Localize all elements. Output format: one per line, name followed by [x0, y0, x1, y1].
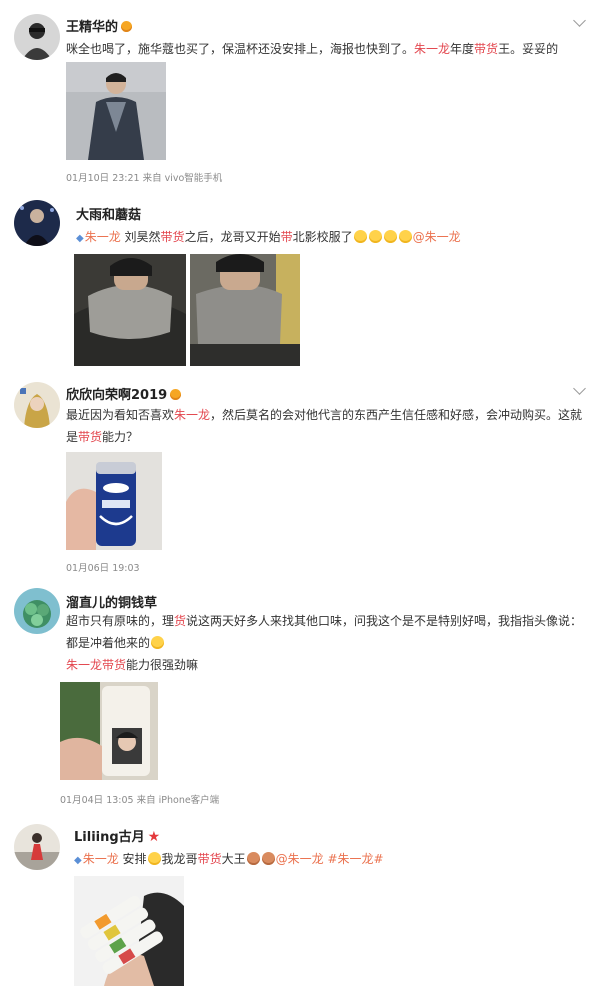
chevron-down-icon[interactable]: [573, 14, 586, 27]
keyword-highlight: 货: [174, 614, 187, 628]
post-meta: 01月06日 19:03: [66, 563, 140, 574]
keyword-highlight: 带: [280, 230, 293, 244]
post-image[interactable]: [74, 876, 184, 986]
post-image[interactable]: [60, 682, 158, 780]
post-image[interactable]: [190, 254, 300, 366]
keyword-highlight: 朱一龙带货: [66, 658, 127, 672]
username[interactable]: 溜直儿的铜钱草: [66, 592, 157, 611]
post-5: Liliing古月 ★ ◆朱一龙 安排 我龙哥带货大王 @朱一龙 #朱一龙#: [0, 812, 600, 988]
post-image[interactable]: [66, 62, 166, 160]
hashtag-link[interactable]: #朱一龙#: [327, 852, 383, 866]
star-badge-icon: ★: [147, 829, 161, 845]
post-text: ◆朱一龙 安排 我龙哥带货大王 @朱一龙 #朱一龙#: [74, 852, 384, 866]
post-text: 最近因为看知否喜欢朱一龙，然后莫名的会对他代言的东西产生信任感和好感，会冲动购买…: [66, 408, 583, 444]
emoji-icon: [147, 852, 161, 865]
emoji-icon: [151, 636, 165, 649]
avatar[interactable]: [14, 824, 60, 870]
post-text: 咪全也喝了，施华蔻也买了，保温杯还没安排上，海报也快到了。朱一龙年度带货王。妥妥…: [66, 42, 559, 56]
username[interactable]: 欣欣向荣啊2019: [66, 384, 182, 403]
super-topic-icon: ◆: [76, 233, 84, 244]
super-topic-icon: ◆: [74, 855, 82, 866]
emoji-icon: [246, 852, 260, 865]
post-text: 超市只有原味的，理货说这两天好多人来找其他口味，问我这个是不是特别好喝，我指指头…: [66, 614, 583, 672]
mention-link[interactable]: @朱一龙: [276, 852, 324, 866]
post-image[interactable]: [66, 452, 162, 550]
emoji-icon: [368, 230, 382, 243]
keyword-highlight: 带货: [474, 42, 499, 56]
post-image[interactable]: [74, 254, 186, 366]
emoji-icon: [383, 230, 397, 243]
avatar[interactable]: [14, 14, 60, 60]
topic-link[interactable]: 朱一龙: [83, 852, 119, 866]
keyword-highlight: 朱一龙: [414, 42, 451, 56]
emoji-icon: [398, 230, 412, 243]
post-meta: 01月04日 13:05 来自 iPhone客户端: [60, 795, 220, 806]
emoji-icon: [261, 852, 275, 865]
avatar[interactable]: [14, 588, 60, 634]
username[interactable]: 王精华的: [66, 16, 133, 35]
post-1: 王精华的 咪全也喝了，施华蔻也买了，保温杯还没安排上，海报也快到了。朱一龙年度带…: [0, 0, 600, 190]
keyword-highlight: 带货: [160, 230, 185, 244]
chevron-down-icon[interactable]: [573, 382, 586, 395]
username[interactable]: 大雨和蘑菇: [76, 204, 141, 223]
post-2: 大雨和蘑菇 ◆朱一龙 刘昊然带货之后，龙哥又开始带北影校服了 @朱一龙: [0, 190, 600, 374]
username[interactable]: Liliing古月 ★: [74, 826, 160, 845]
post-text: ◆朱一龙 刘昊然带货之后，龙哥又开始带北影校服了 @朱一龙: [76, 230, 461, 244]
post-3: 欣欣向荣啊2019 最近因为看知否喜欢朱一龙，然后莫名的会对他代言的东西产生信任…: [0, 374, 600, 580]
avatar[interactable]: [14, 200, 60, 246]
vip-badge-icon: [170, 389, 182, 400]
vip-badge-icon: [121, 21, 133, 32]
keyword-highlight: 带货: [78, 430, 103, 444]
keyword-highlight: 带货: [197, 852, 222, 866]
keyword-highlight: 朱一龙: [174, 408, 211, 422]
avatar[interactable]: [14, 382, 60, 428]
emoji-icon: [353, 230, 367, 243]
topic-link[interactable]: 朱一龙: [85, 230, 121, 244]
post-4: 溜直儿的铜钱草 超市只有原味的，理货说这两天好多人来找其他口味，问我这个是不是特…: [0, 580, 600, 812]
mention-link[interactable]: @朱一龙: [413, 230, 461, 244]
post-meta: 01月10日 23:21 来自 vivo智能手机: [66, 173, 223, 184]
